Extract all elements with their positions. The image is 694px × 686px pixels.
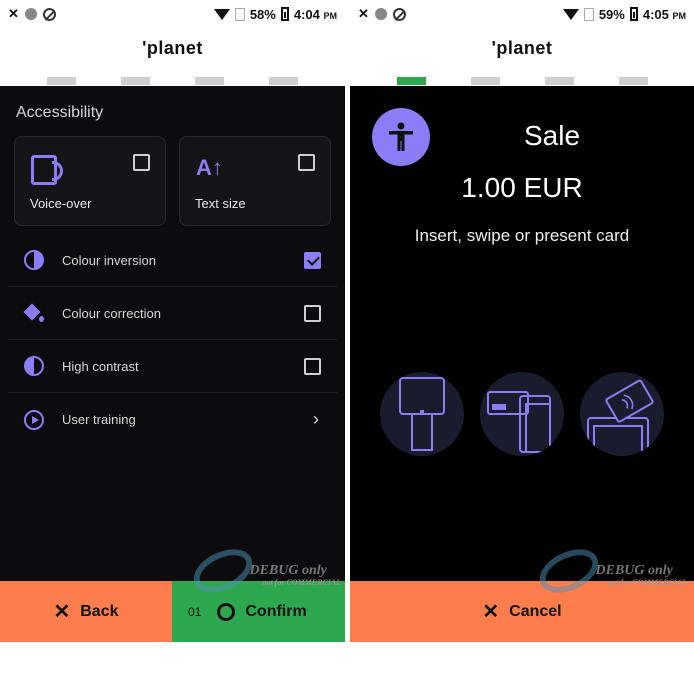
notification-x-icon: ✕ <box>8 6 19 21</box>
close-icon: ✕ <box>482 601 500 623</box>
step-progress <box>0 77 345 85</box>
speaker-document-icon <box>31 155 63 185</box>
colour-inversion-checkbox[interactable] <box>304 251 321 269</box>
high-contrast-row[interactable]: High contrast <box>8 340 337 393</box>
progress-step-active <box>396 77 426 85</box>
data-saver-icon <box>42 7 56 21</box>
notification-dot-icon <box>24 8 37 20</box>
chevron-right-icon: › <box>313 409 319 429</box>
colour-correction-checkbox[interactable] <box>304 304 321 322</box>
progress-step <box>47 77 76 85</box>
watermark-text: DEBUG only <box>595 563 673 579</box>
sale-screen: ✕ 59% 4:05 PM 'planet Sale 1.00 EUR Inse… <box>350 0 694 686</box>
status-bar: ✕ 58% 4:04 PM <box>0 0 345 28</box>
confirm-count: 01 <box>188 604 202 619</box>
watermark-subtext: not for COMMERCIAL <box>608 578 688 587</box>
user-training-label: User training <box>62 412 136 427</box>
text-size-card[interactable]: A↑ Text size <box>179 136 331 226</box>
battery-icon <box>629 7 638 21</box>
debug-watermark: DEBUG only not for COMMERCIAL <box>186 540 342 602</box>
battery-icon <box>280 7 289 21</box>
debug-watermark: DEBUG only not for COMMERCIAL <box>532 540 688 602</box>
brand-logo: 'planet <box>142 38 203 58</box>
status-bar: ✕ 59% 4:05 PM <box>350 0 694 28</box>
play-circle-icon <box>24 409 44 430</box>
ring-icon <box>217 602 236 621</box>
text-size-checkbox[interactable] <box>298 154 315 171</box>
insert-card-icon <box>380 372 464 456</box>
high-contrast-checkbox[interactable] <box>304 357 321 375</box>
voice-over-card[interactable]: Voice-over <box>14 136 166 226</box>
cancel-button[interactable]: ✕ Cancel <box>350 581 694 642</box>
voice-over-checkbox[interactable] <box>133 154 150 171</box>
clock-ampm: PM <box>323 10 338 21</box>
clock-time: 4:04 <box>293 6 320 22</box>
cancel-label: Cancel <box>509 602 562 620</box>
battery-percent: 59% <box>598 6 625 22</box>
colour-inversion-label: Colour inversion <box>62 252 156 268</box>
accessibility-screen: ✕ 58% 4:04 PM 'planet Accessibility Voic… <box>0 0 345 686</box>
progress-step <box>470 77 500 85</box>
notification-dot-icon <box>374 8 387 20</box>
user-training-row[interactable]: User training › <box>8 393 337 446</box>
clock-time: 4:05 <box>642 6 669 22</box>
swipe-card-icon <box>480 372 564 456</box>
progress-step <box>618 77 648 85</box>
clock-ampm: PM <box>672 10 687 21</box>
notification-x-icon: ✕ <box>358 6 369 21</box>
brand-logo: 'planet <box>491 38 553 58</box>
confirm-label: Confirm <box>245 602 307 620</box>
payment-instruction: Insert, swipe or present card <box>414 226 630 245</box>
footer-actions: ✕ Back 01 Confirm <box>0 581 345 642</box>
colour-correction-label: Colour correction <box>62 305 161 321</box>
watermark-text: DEBUG only <box>249 563 327 579</box>
back-label: Back <box>80 602 119 620</box>
wifi-icon <box>562 8 579 20</box>
section-title: Accessibility <box>16 104 104 121</box>
text-size-icon: A↑ <box>196 155 223 180</box>
high-contrast-label: High contrast <box>62 358 139 374</box>
sale-title: Sale <box>523 120 581 151</box>
colour-correction-row[interactable]: Colour correction <box>8 287 337 340</box>
voice-over-label: Voice-over <box>30 196 92 211</box>
sale-panel: Sale 1.00 EUR Insert, swipe or present c… <box>350 86 694 581</box>
progress-step <box>121 77 150 85</box>
confirm-button[interactable]: 01 Confirm <box>172 581 345 642</box>
contactless-card-icon <box>580 372 664 456</box>
back-button[interactable]: ✕ Back <box>0 581 172 642</box>
data-saver-icon <box>392 7 406 21</box>
footer-actions: ✕ Cancel <box>350 581 694 642</box>
accessibility-panel: Accessibility Voice-over A↑ Text size Co… <box>0 86 345 581</box>
no-sim-icon <box>583 7 594 21</box>
text-size-label: Text size <box>195 196 246 211</box>
battery-percent: 58% <box>249 6 276 22</box>
progress-step <box>269 77 298 85</box>
contrast-icon <box>24 356 44 376</box>
no-sim-icon <box>234 7 245 21</box>
colour-inversion-row[interactable]: Colour inversion <box>8 234 337 287</box>
close-icon: ✕ <box>53 601 71 623</box>
progress-step <box>544 77 574 85</box>
step-progress <box>350 77 694 85</box>
sale-amount: 1.00 EUR <box>461 172 583 203</box>
colour-inversion-icon <box>24 250 44 270</box>
progress-step <box>195 77 224 85</box>
paint-bucket-icon <box>24 303 44 323</box>
wifi-icon <box>213 8 230 20</box>
payment-methods <box>380 372 664 456</box>
watermark-subtext: not for COMMERCIAL <box>262 578 342 587</box>
